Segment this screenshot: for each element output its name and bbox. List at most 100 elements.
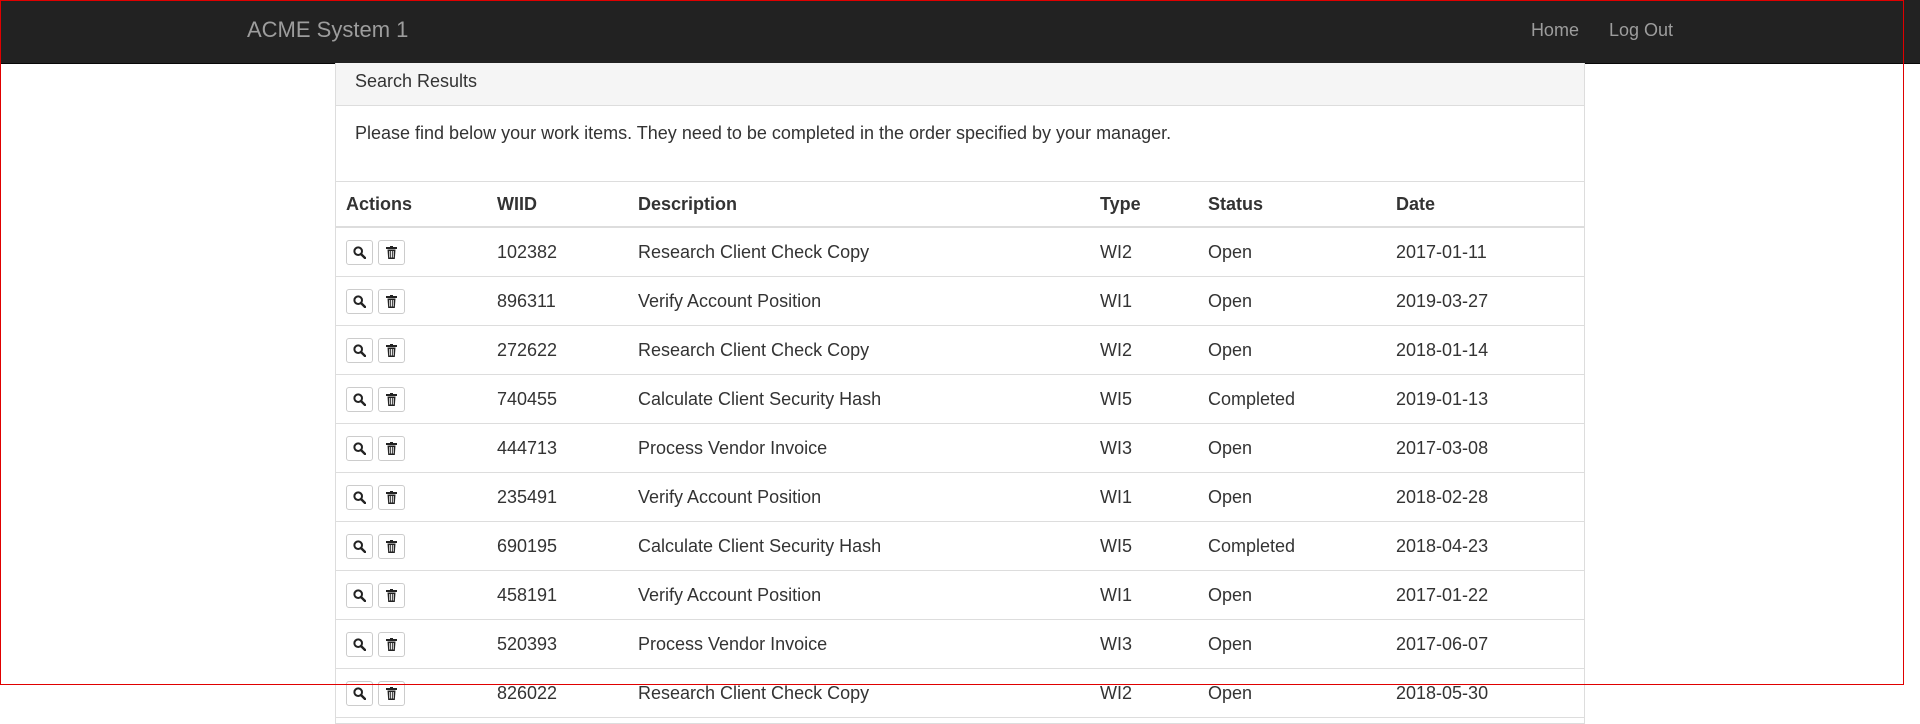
view-button[interactable] xyxy=(346,533,373,559)
type-cell: WI1 xyxy=(1090,472,1198,522)
type-cell: WI5 xyxy=(1090,374,1198,424)
status-cell: Open xyxy=(1198,472,1386,522)
view-button[interactable] xyxy=(346,435,373,461)
view-button[interactable] xyxy=(346,582,373,608)
status-cell: Open xyxy=(1198,668,1386,718)
status-cell: Open xyxy=(1198,227,1386,277)
description-cell: Verify Account Position xyxy=(628,472,1090,522)
description-cell: Research Client Check Copy xyxy=(628,227,1090,277)
view-button[interactable] xyxy=(346,337,373,363)
trash-icon xyxy=(386,585,397,605)
wiid-cell: 102382 xyxy=(487,227,628,277)
actions-cell xyxy=(336,227,487,277)
wiid-cell: 896311 xyxy=(487,276,628,326)
trash-icon xyxy=(386,683,397,703)
table-row: 444713 Process Vendor Invoice WI3 Open 2017-… xyxy=(336,423,1584,473)
table-row: 826022 Research Client Check Copy WI2 Open 2… xyxy=(336,668,1584,718)
table-row: 520393 Process Vendor Invoice WI3 Open 2017-… xyxy=(336,619,1584,669)
trash-icon xyxy=(386,634,397,654)
search-icon xyxy=(353,389,367,409)
table-row: 235491 Verify Account Position WI1 Open 2018… xyxy=(336,472,1584,522)
description-cell: Process Vendor Invoice xyxy=(628,619,1090,669)
type-cell: WI1 xyxy=(1090,570,1198,620)
work-items-table: Actions WIID Description Type Status Dat… xyxy=(336,182,1584,718)
actions-cell xyxy=(336,472,487,522)
date-cell: 2019-03-27 xyxy=(1386,276,1584,326)
trash-icon xyxy=(386,389,397,409)
delete-button[interactable] xyxy=(378,386,405,412)
search-icon xyxy=(353,291,367,311)
wiid-cell: 690195 xyxy=(487,521,628,571)
type-cell: WI2 xyxy=(1090,325,1198,375)
navbar: ACME System 1 Home Log Out xyxy=(0,0,1920,64)
trash-icon xyxy=(386,340,397,360)
date-cell: 2017-06-07 xyxy=(1386,619,1584,669)
home-link[interactable]: Home xyxy=(1531,20,1579,41)
search-icon xyxy=(353,536,367,556)
header-description: Description xyxy=(628,182,1090,228)
delete-button[interactable] xyxy=(378,533,405,559)
trash-icon xyxy=(386,536,397,556)
view-button[interactable] xyxy=(346,680,373,706)
search-icon xyxy=(353,438,367,458)
delete-button[interactable] xyxy=(378,582,405,608)
date-cell: 2018-02-28 xyxy=(1386,472,1584,522)
status-cell: Open xyxy=(1198,276,1386,326)
view-button[interactable] xyxy=(346,484,373,510)
header-actions: Actions xyxy=(336,182,487,228)
type-cell: WI5 xyxy=(1090,521,1198,571)
trash-icon xyxy=(386,242,397,262)
delete-button[interactable] xyxy=(378,484,405,510)
date-cell: 2017-01-11 xyxy=(1386,227,1584,277)
type-cell: WI3 xyxy=(1090,619,1198,669)
status-cell: Open xyxy=(1198,619,1386,669)
status-cell: Open xyxy=(1198,325,1386,375)
view-button[interactable] xyxy=(346,288,373,314)
actions-cell xyxy=(336,521,487,571)
wiid-cell: 458191 xyxy=(487,570,628,620)
date-cell: 2018-01-14 xyxy=(1386,325,1584,375)
brand-link[interactable]: ACME System 1 xyxy=(247,17,408,43)
wiid-cell: 272622 xyxy=(487,325,628,375)
delete-button[interactable] xyxy=(378,288,405,314)
wiid-cell: 235491 xyxy=(487,472,628,522)
actions-cell xyxy=(336,325,487,375)
header-wiid: WIID xyxy=(487,182,628,228)
description-cell: Calculate Client Security Hash xyxy=(628,374,1090,424)
actions-cell xyxy=(336,570,487,620)
search-icon xyxy=(353,487,367,507)
header-type: Type xyxy=(1090,182,1198,228)
date-cell: 2019-01-13 xyxy=(1386,374,1584,424)
type-cell: WI3 xyxy=(1090,423,1198,473)
status-cell: Completed xyxy=(1198,374,1386,424)
type-cell: WI1 xyxy=(1090,276,1198,326)
delete-button[interactable] xyxy=(378,239,405,265)
view-button[interactable] xyxy=(346,631,373,657)
description-cell: Verify Account Position xyxy=(628,570,1090,620)
header-date: Date xyxy=(1386,182,1584,228)
status-cell: Open xyxy=(1198,423,1386,473)
table-row: 272622 Research Client Check Copy WI2 Open 2… xyxy=(336,325,1584,375)
table-row: 896311 Verify Account Position WI1 Open 2019… xyxy=(336,276,1584,326)
delete-button[interactable] xyxy=(378,680,405,706)
panel-heading: Search Results xyxy=(336,63,1584,106)
table-row: 102382 Research Client Check Copy WI2 Open 2… xyxy=(336,227,1584,277)
logout-link[interactable]: Log Out xyxy=(1609,20,1673,41)
actions-cell xyxy=(336,619,487,669)
actions-cell xyxy=(336,276,487,326)
type-cell: WI2 xyxy=(1090,227,1198,277)
table-row: 458191 Verify Account Position WI1 Open 2017… xyxy=(336,570,1584,620)
description-cell: Research Client Check Copy xyxy=(628,325,1090,375)
search-icon xyxy=(353,340,367,360)
delete-button[interactable] xyxy=(378,631,405,657)
panel-message: Please find below your work items. They … xyxy=(336,106,1584,182)
table-row: 740455 Calculate Client Security Hash WI5 C… xyxy=(336,374,1584,424)
view-button[interactable] xyxy=(346,239,373,265)
delete-button[interactable] xyxy=(378,435,405,461)
delete-button[interactable] xyxy=(378,337,405,363)
search-icon xyxy=(353,242,367,262)
actions-cell xyxy=(336,423,487,473)
description-cell: Research Client Check Copy xyxy=(628,668,1090,718)
view-button[interactable] xyxy=(346,386,373,412)
trash-icon xyxy=(386,438,397,458)
